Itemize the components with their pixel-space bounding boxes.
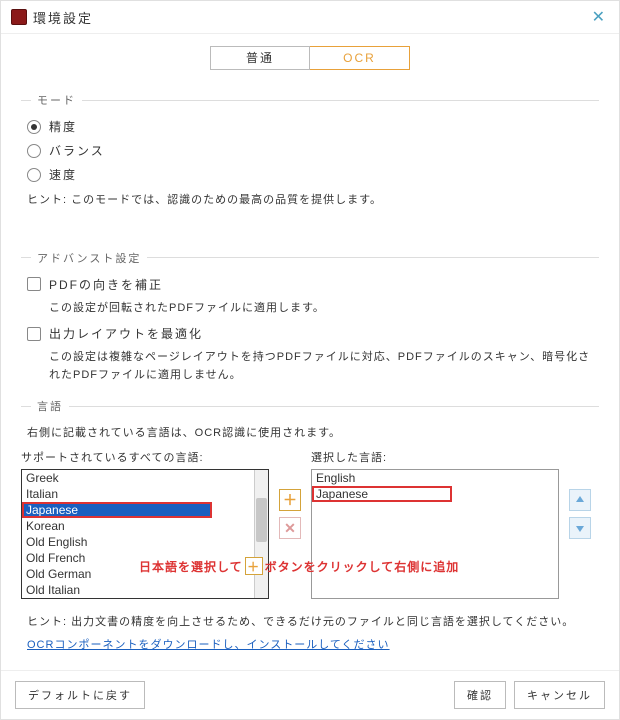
add-language-button[interactable]: ＋ [279, 489, 301, 511]
radio-balance-label: バランス [49, 142, 105, 159]
list-item[interactable]: Old English [22, 534, 268, 550]
radio-row-speed[interactable]: 速度 [27, 166, 599, 183]
titlebar-left: 環境設定 [11, 8, 93, 27]
selected-label: 選択した言語: [311, 449, 559, 465]
titlebar: 環境設定 ✕ [1, 1, 619, 34]
tabs: 普通 OCR [1, 34, 619, 78]
section-title-advanced: アドバンスト設定 [21, 250, 599, 266]
move-down-button[interactable] [569, 517, 591, 539]
list-item-highlighted[interactable]: Japanese [312, 486, 452, 502]
app-icon [11, 9, 27, 25]
list-item[interactable]: English [312, 470, 558, 486]
section-mode: モード 精度 バランス 速度 ヒント: このモードでは、認識のための最高の品質を… [21, 92, 599, 210]
section-title-language: 言語 [21, 398, 599, 414]
download-ocr-link[interactable]: OCRコンポーネントをダウンロードし、インストールしてください [27, 639, 390, 651]
annotation-text: 日本語を選択して ＋ ボタンをクリックして右側に追加 [139, 557, 459, 575]
bottom-hint: ヒント: 出力文書の精度を向上させるため、できるだけ元のファイルと同じ言語を選択… [27, 613, 599, 632]
supported-label: サポートされているすべての言語: [21, 449, 269, 465]
radio-speed[interactable] [27, 168, 41, 182]
tab-normal[interactable]: 普通 [210, 46, 310, 70]
layout-desc: この設定は複雑なページレイアウトを持つPDFファイルに対応、PDFファイルのスキ… [49, 349, 599, 384]
close-icon[interactable]: ✕ [588, 7, 609, 27]
supported-column: サポートされているすべての言語: Greek Italian Japanese … [21, 449, 269, 599]
checkbox-orientation[interactable] [27, 277, 41, 291]
language-area: サポートされているすべての言語: Greek Italian Japanese … [21, 449, 599, 599]
section-language: 言語 右側に記載されている言語は、OCR認識に使用されます。 サポートされている… [21, 398, 599, 651]
orientation-desc: この設定が回転されたPDFファイルに適用します。 [49, 300, 599, 318]
radio-balance[interactable] [27, 144, 41, 158]
list-item[interactable]: Old Italian [22, 582, 268, 598]
list-item[interactable]: Greek [22, 470, 268, 486]
order-buttons [569, 489, 591, 539]
checkbox-layout[interactable] [27, 327, 41, 341]
scrollbar-thumb[interactable] [256, 498, 267, 542]
selected-column: 選択した言語: English Japanese [311, 449, 559, 599]
reset-defaults-button[interactable]: デフォルトに戻す [15, 681, 145, 709]
radio-accuracy[interactable] [27, 120, 41, 134]
radio-speed-label: 速度 [49, 166, 77, 183]
arrow-up-icon [574, 494, 586, 506]
check-row-layout[interactable]: 出力レイアウトを最適化 [27, 325, 599, 342]
language-intro: 右側に記載されている言語は、OCR認識に使用されます。 [27, 424, 599, 443]
radio-row-accuracy[interactable]: 精度 [27, 118, 599, 135]
move-up-button[interactable] [569, 489, 591, 511]
supported-listbox[interactable]: Greek Italian Japanese Korean Old Englis… [21, 469, 269, 599]
plus-icon: ＋ [245, 557, 263, 575]
list-item[interactable]: Korean [22, 518, 268, 534]
list-item-selected[interactable]: Japanese [22, 502, 212, 518]
section-advanced: アドバンスト設定 PDFの向きを補正 この設定が回転されたPDFファイルに適用し… [21, 250, 599, 385]
list-item[interactable]: Old Spanish [22, 598, 268, 599]
list-item[interactable]: Italian [22, 486, 268, 502]
checkbox-layout-label: 出力レイアウトを最適化 [49, 325, 203, 342]
annotation-part1: 日本語を選択して [139, 558, 243, 575]
scrollbar-vertical[interactable] [254, 470, 268, 598]
preferences-window: 環境設定 ✕ 普通 OCR モード 精度 バランス 速度 ヒント: このモードで… [0, 0, 620, 720]
checkbox-orientation-label: PDFの向きを補正 [49, 276, 163, 293]
ok-button[interactable]: 確認 [454, 681, 506, 709]
footer: デフォルトに戻す 確認 キャンセル [1, 670, 619, 719]
tab-ocr[interactable]: OCR [310, 46, 410, 70]
mode-hint: ヒント: このモードでは、認識のための最高の品質を提供します。 [27, 191, 599, 210]
download-link-row: OCRコンポーネントをダウンロードし、インストールしてください [27, 636, 599, 652]
section-title-mode: モード [21, 92, 599, 108]
check-row-orientation[interactable]: PDFの向きを補正 [27, 276, 599, 293]
arrow-down-icon [574, 522, 586, 534]
selected-listbox[interactable]: English Japanese [311, 469, 559, 599]
annotation-part2: ボタンをクリックして右側に追加 [265, 558, 460, 575]
remove-language-button[interactable]: ✕ [279, 517, 301, 539]
cancel-button[interactable]: キャンセル [514, 681, 605, 709]
radio-accuracy-label: 精度 [49, 118, 77, 135]
content: モード 精度 バランス 速度 ヒント: このモードでは、認識のための最高の品質を… [1, 78, 619, 670]
window-title: 環境設定 [33, 8, 93, 27]
radio-row-balance[interactable]: バランス [27, 142, 599, 159]
transfer-buttons: ＋ ✕ [279, 489, 301, 539]
